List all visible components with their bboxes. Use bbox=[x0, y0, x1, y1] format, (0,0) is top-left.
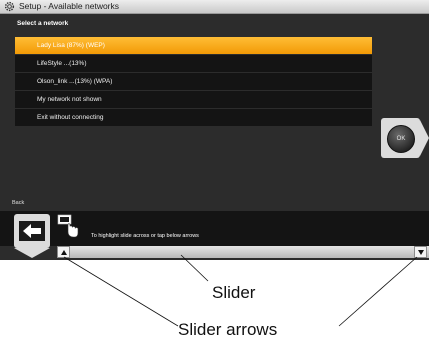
back-label: Back bbox=[12, 200, 25, 206]
left-arrow-callout-line bbox=[63, 256, 179, 327]
hint-text: To highlight slide across or tap below a… bbox=[91, 233, 199, 239]
down-triangle-icon bbox=[418, 250, 424, 255]
slider-arrows-callout-label: Slider arrows bbox=[178, 320, 278, 339]
slider-right-arrow[interactable] bbox=[414, 246, 427, 258]
back-button-tab bbox=[14, 248, 50, 258]
gear-icon bbox=[4, 1, 15, 12]
network-item-lifestyle[interactable]: LifeStyle ...(13%) bbox=[15, 55, 372, 72]
slider-left-arrow[interactable] bbox=[57, 246, 70, 258]
ok-button-label[interactable]: OK bbox=[387, 125, 415, 153]
section-label: Select a network bbox=[17, 20, 69, 27]
window-title: Setup - Available networks bbox=[19, 1, 120, 11]
right-arrow-callout-line bbox=[338, 256, 418, 327]
network-item-lady-lisa[interactable]: Lady Lisa (87%) (WEP) bbox=[15, 37, 372, 54]
network-item-not-shown[interactable]: My network not shown bbox=[15, 91, 372, 108]
ok-button-tab bbox=[420, 120, 429, 156]
slider[interactable] bbox=[57, 246, 429, 258]
hand-tap-icon bbox=[57, 214, 79, 238]
network-list: Lady Lisa (87%) (WEP) LifeStyle ...(13%)… bbox=[15, 37, 372, 127]
network-item-olson-link[interactable]: Olson_link ...(13%) (WPA) bbox=[15, 73, 372, 90]
back-button[interactable] bbox=[14, 214, 50, 248]
network-item-exit[interactable]: Exit without connecting bbox=[15, 109, 372, 126]
slider-callout-label: Slider bbox=[212, 283, 256, 302]
title-bar: Setup - Available networks bbox=[0, 0, 429, 14]
left-arrow-icon bbox=[19, 221, 45, 241]
ok-button[interactable]: OK bbox=[381, 118, 429, 158]
setup-screen: Setup - Available networks Select a netw… bbox=[0, 0, 429, 260]
up-triangle-icon bbox=[61, 250, 67, 255]
